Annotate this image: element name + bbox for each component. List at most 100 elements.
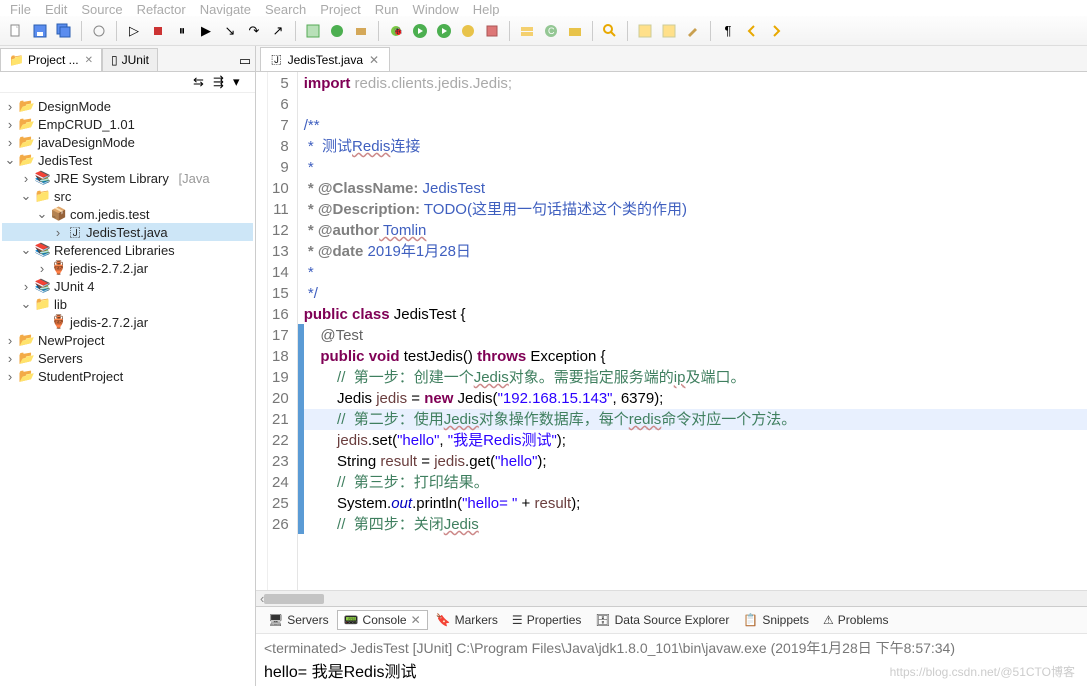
- tree-item-jedistest-java[interactable]: ›🇯JedisTest.java: [2, 223, 253, 241]
- svg-text:🐞: 🐞: [393, 26, 403, 36]
- menu-source[interactable]: Source: [81, 2, 122, 14]
- tab-snippets[interactable]: 📋Snippets: [737, 611, 815, 629]
- resume-button[interactable]: ▶: [196, 21, 216, 41]
- code-editor[interactable]: 567891011121314151617181920212223242526 …: [256, 72, 1087, 590]
- tab-junit[interactable]: ▯ JUnit: [102, 48, 158, 71]
- search-button[interactable]: [600, 21, 620, 41]
- menu-search[interactable]: Search: [265, 2, 306, 14]
- servers-icon: 🖥: [268, 613, 283, 627]
- tab-dse[interactable]: 🗄Data Source Explorer: [589, 611, 735, 629]
- junit-icon: ▯: [111, 53, 118, 67]
- step-over-button[interactable]: ↷: [244, 21, 264, 41]
- tree-item-ref-libs[interactable]: ⌄📚Referenced Libraries: [2, 241, 253, 259]
- external-tools-button[interactable]: [482, 21, 502, 41]
- menu-navigate[interactable]: Navigate: [200, 2, 251, 14]
- tree-item-studentproject[interactable]: ›📂StudentProject: [2, 367, 253, 385]
- console-terminated-line: <terminated> JedisTest [JUnit] C:\Progra…: [264, 638, 1079, 658]
- menu-refactor[interactable]: Refactor: [137, 2, 186, 14]
- console-icon: 📟: [344, 613, 359, 627]
- bottom-panel: 🖥Servers 📟Console✕ 🔖Markers ☰Properties …: [256, 606, 1087, 686]
- tree-item-newproject[interactable]: ›📂NewProject: [2, 331, 253, 349]
- new-folder-button[interactable]: [565, 21, 585, 41]
- step-into-button[interactable]: ↘: [220, 21, 240, 41]
- tree-item-jedistest[interactable]: ⌄📂JedisTest: [2, 151, 253, 169]
- menu-run[interactable]: Run: [375, 2, 399, 14]
- menu-file[interactable]: File: [10, 2, 31, 14]
- suspend-button[interactable]: ⏸: [172, 21, 192, 41]
- tab-junit-label: JUnit: [122, 53, 149, 67]
- run-button[interactable]: [410, 21, 430, 41]
- tree-item-lib[interactable]: ⌄📁lib: [2, 295, 253, 313]
- menu-window[interactable]: Window: [413, 2, 459, 14]
- tab-project-explorer-label: Project ...: [28, 53, 79, 67]
- tab-servers[interactable]: 🖥Servers: [262, 611, 335, 629]
- tree-item-javadesignmode[interactable]: ›📂javaDesignMode: [2, 133, 253, 151]
- menu-project[interactable]: Project: [320, 2, 360, 14]
- tree-item-servers[interactable]: ›📂Servers: [2, 349, 253, 367]
- problems-icon: ⚠: [823, 613, 834, 627]
- collapse-all-icon[interactable]: ⇆: [193, 74, 209, 90]
- close-icon[interactable]: ✕: [85, 55, 93, 66]
- tree-item-src[interactable]: ⌄📁src: [2, 187, 253, 205]
- coverage-button[interactable]: [458, 21, 478, 41]
- change-bar: [298, 324, 304, 534]
- menu-bar: File Edit Source Refactor Navigate Searc…: [0, 0, 1087, 16]
- tab-project-explorer[interactable]: 📁 Project ... ✕: [0, 48, 102, 71]
- tree-item-jedis-jar[interactable]: ›🏺jedis-2.7.2.jar: [2, 259, 253, 277]
- toggle-breadcrumb-button[interactable]: [89, 21, 109, 41]
- watermark: https://blog.csdn.net/@51CTO博客: [890, 663, 1075, 680]
- editor-tab-label: JedisTest.java: [288, 53, 363, 67]
- properties-icon: ☰: [512, 613, 523, 627]
- last-edit-button[interactable]: [683, 21, 703, 41]
- new-package-button[interactable]: [351, 21, 371, 41]
- close-icon[interactable]: ✕: [411, 613, 421, 627]
- tab-problems[interactable]: ⚠Problems: [817, 611, 894, 629]
- console-output: <terminated> JedisTest [JUnit] C:\Progra…: [256, 634, 1087, 686]
- tab-properties[interactable]: ☰Properties: [506, 611, 587, 629]
- back-button[interactable]: [742, 21, 762, 41]
- new-class-button[interactable]: C: [541, 21, 561, 41]
- save-button[interactable]: [30, 21, 50, 41]
- marker-ruler: [256, 72, 268, 590]
- horizontal-scrollbar[interactable]: ‹: [256, 590, 1087, 606]
- menu-help[interactable]: Help: [473, 2, 500, 14]
- new-java-button[interactable]: [327, 21, 347, 41]
- skip-button[interactable]: ▷: [124, 21, 144, 41]
- stop-button[interactable]: [148, 21, 168, 41]
- show-whitespace-button[interactable]: ¶: [718, 21, 738, 41]
- annotation-prev-button[interactable]: [635, 21, 655, 41]
- tree-item-package[interactable]: ⌄📦com.jedis.test: [2, 205, 253, 223]
- editor-tab-jedistest[interactable]: 🇯 JedisTest.java ✕: [260, 47, 390, 71]
- debug-button[interactable]: 🐞: [386, 21, 406, 41]
- java-file-icon: 🇯: [271, 52, 282, 67]
- tree-item-designmode[interactable]: ›📂DesignMode: [2, 97, 253, 115]
- snippets-icon: 📋: [743, 613, 758, 627]
- open-type-button[interactable]: [303, 21, 323, 41]
- run-last-button[interactable]: [434, 21, 454, 41]
- link-editor-icon[interactable]: ⇶: [213, 74, 229, 90]
- tree-item-empcrud[interactable]: ›📂EmpCRUD_1.01: [2, 115, 253, 133]
- new-button[interactable]: [6, 21, 26, 41]
- line-gutter: 567891011121314151617181920212223242526: [268, 72, 298, 590]
- tree-item-jedis-jar2[interactable]: 🏺jedis-2.7.2.jar: [2, 313, 253, 331]
- editor-tabs: 🇯 JedisTest.java ✕: [256, 46, 1087, 72]
- close-tab-icon[interactable]: ✕: [369, 53, 379, 67]
- save-all-button[interactable]: [54, 21, 74, 41]
- tab-console[interactable]: 📟Console✕: [337, 610, 428, 630]
- forward-button[interactable]: [766, 21, 786, 41]
- markers-icon: 🔖: [436, 613, 451, 627]
- project-tree[interactable]: ›📂DesignMode ›📂EmpCRUD_1.01 ›📂javaDesign…: [0, 93, 255, 686]
- project-explorer-icon: 📁: [9, 53, 24, 67]
- explorer-mini-toolbar: ⇆ ⇶ ▾: [0, 72, 255, 93]
- tab-markers[interactable]: 🔖Markers: [430, 611, 504, 629]
- new-server-button[interactable]: [517, 21, 537, 41]
- code-area[interactable]: import redis.clients.jedis.Jedis; /** * …: [298, 72, 1087, 590]
- left-view-tabs: 📁 Project ... ✕ ▯ JUnit ▭: [0, 46, 255, 72]
- view-menu-icon[interactable]: ▾: [233, 74, 249, 90]
- annotation-next-button[interactable]: [659, 21, 679, 41]
- tree-item-junit4[interactable]: ›📚JUnit 4: [2, 277, 253, 295]
- tree-item-jre[interactable]: ›📚JRE System Library [Java: [2, 169, 253, 187]
- menu-edit[interactable]: Edit: [45, 2, 67, 14]
- step-return-button[interactable]: ↗: [268, 21, 288, 41]
- minimize-view-button[interactable]: ▭: [235, 51, 255, 71]
